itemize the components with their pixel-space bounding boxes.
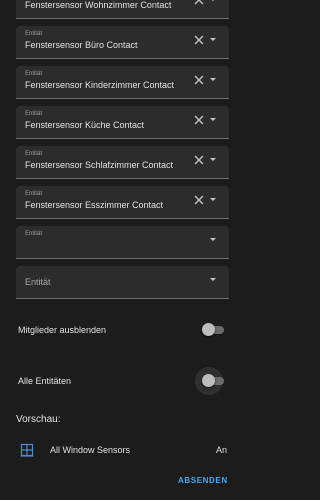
entity-label: Entität xyxy=(25,111,43,117)
hide-members-label: Mitglieder ausblenden xyxy=(18,325,107,335)
all-entities-toggle[interactable] xyxy=(202,374,226,388)
preview-entity-name: All Window Sensors xyxy=(50,445,131,455)
chevron-down-icon[interactable] xyxy=(210,38,216,41)
all-entities-row: Alle Entitäten xyxy=(0,367,243,395)
all-entities-label: Alle Entitäten xyxy=(18,376,72,386)
close-icon[interactable] xyxy=(193,114,205,126)
entity-value: Fenstersensor Kinderzimmer Contact xyxy=(25,80,175,90)
preview-entity-state: An xyxy=(216,445,228,455)
close-icon[interactable] xyxy=(193,74,205,86)
entity-label: Entität xyxy=(25,151,43,157)
entity-field-empty[interactable]: Entität xyxy=(16,226,229,259)
hide-members-row: Mitglieder ausblenden xyxy=(0,316,243,344)
entity-field-wohnzimmer[interactable]: Fenstersensor Wohnzimmer Contact xyxy=(16,0,229,19)
preview-entity-row[interactable]: All Window Sensors An xyxy=(0,436,243,464)
preview-title: Vorschau: xyxy=(16,414,61,425)
toggle-thumb xyxy=(202,323,215,336)
submit-button[interactable]: ABSENDEN xyxy=(178,476,228,485)
chevron-down-icon[interactable] xyxy=(210,118,216,121)
chevron-down-icon[interactable] xyxy=(210,0,216,1)
entity-value: Fenstersensor Büro Contact xyxy=(25,40,138,50)
chevron-down-icon[interactable] xyxy=(210,278,216,281)
close-icon[interactable] xyxy=(193,34,205,46)
entity-field-new[interactable]: Entität xyxy=(16,266,229,299)
close-icon[interactable] xyxy=(193,0,205,6)
entity-label: Entität xyxy=(25,191,43,197)
entity-field-buero[interactable]: Entität Fenstersensor Büro Contact xyxy=(16,26,229,59)
window-icon xyxy=(20,443,34,457)
entity-placeholder-label: Entität xyxy=(25,277,51,287)
close-icon[interactable] xyxy=(193,194,205,206)
entity-label: Entität xyxy=(25,231,43,237)
toggle-thumb xyxy=(202,374,215,387)
entity-value: Fenstersensor Wohnzimmer Contact xyxy=(25,0,172,10)
hide-members-toggle[interactable] xyxy=(202,323,226,337)
chevron-down-icon[interactable] xyxy=(210,198,216,201)
entity-field-esszimmer[interactable]: Entität Fenstersensor Esszimmer Contact xyxy=(16,186,229,219)
close-icon[interactable] xyxy=(193,154,205,166)
chevron-down-icon[interactable] xyxy=(210,78,216,81)
entity-field-kueche[interactable]: Entität Fenstersensor Küche Contact xyxy=(16,106,229,139)
entity-label: Entität xyxy=(25,71,43,77)
entity-value: Fenstersensor Schlafzimmer Contact xyxy=(25,160,174,170)
chevron-down-icon[interactable] xyxy=(210,238,216,241)
entity-label: Entität xyxy=(25,31,43,37)
chevron-down-icon[interactable] xyxy=(210,158,216,161)
entity-value: Fenstersensor Küche Contact xyxy=(25,120,145,130)
entity-field-kinderzimmer[interactable]: Entität Fenstersensor Kinderzimmer Conta… xyxy=(16,66,229,99)
entity-field-schlafzimmer[interactable]: Entität Fenstersensor Schlafzimmer Conta… xyxy=(16,146,229,179)
entity-value: Fenstersensor Esszimmer Contact xyxy=(25,200,164,210)
